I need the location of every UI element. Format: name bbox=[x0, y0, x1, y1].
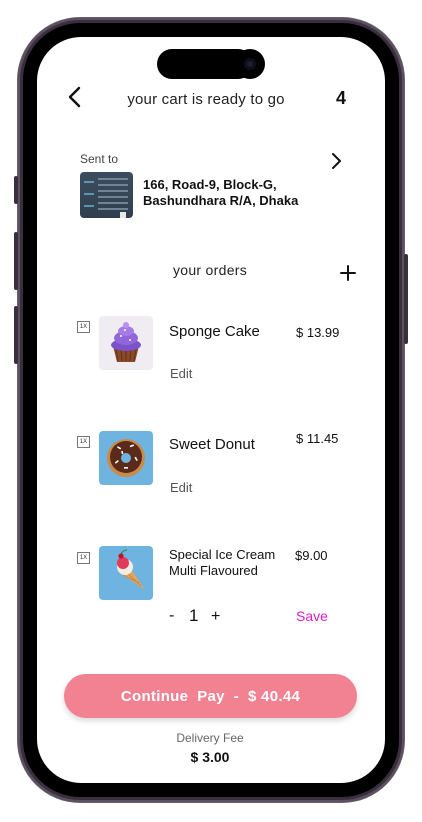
pay-button-label: Continue Pay - $ 40.44 bbox=[120, 687, 301, 705]
side-button-silent bbox=[14, 176, 18, 204]
back-arrow-icon[interactable] bbox=[66, 86, 84, 108]
camera-icon bbox=[235, 49, 265, 79]
chevron-right-icon[interactable] bbox=[328, 152, 344, 170]
plus-icon[interactable] bbox=[339, 264, 357, 282]
side-button-power bbox=[404, 254, 408, 344]
item-name: Sweet Donut bbox=[169, 436, 255, 453]
cupcake-icon bbox=[99, 316, 153, 370]
donut-icon bbox=[99, 431, 153, 485]
address-line-1: 166, Road-9, Block-G, bbox=[143, 177, 277, 192]
item-qty-badge: 1X bbox=[77, 436, 90, 448]
item-price: $ 11.45 bbox=[296, 431, 339, 446]
item-qty-badge: 1X bbox=[77, 321, 90, 333]
continue-pay-button[interactable]: Continue Pay - $ 40.44 bbox=[64, 674, 357, 718]
side-button-volume-up bbox=[14, 232, 18, 290]
address-map-thumbnail[interactable] bbox=[80, 172, 133, 218]
sent-to-label: Sent to bbox=[80, 152, 119, 166]
item-price: $9.00 bbox=[295, 548, 328, 563]
side-button-volume-down bbox=[14, 306, 18, 364]
increment-button[interactable]: + bbox=[211, 608, 220, 626]
address-line-2: Bashundhara R/A, Dhaka bbox=[143, 193, 299, 208]
item-name: Special Ice Cream Multi Flavoured bbox=[169, 547, 289, 579]
decrement-button[interactable]: - bbox=[169, 607, 174, 625]
orders-heading: your orders bbox=[172, 262, 248, 278]
item-price: $ 13.99 bbox=[296, 325, 340, 340]
delivery-fee-label: Delivery Fee bbox=[176, 731, 244, 745]
page-title: your cart is ready to go bbox=[127, 91, 285, 108]
ice-cream-icon bbox=[99, 546, 153, 600]
save-button[interactable]: Save bbox=[296, 608, 328, 624]
item-name-line-1: Special Ice Cream bbox=[169, 547, 276, 562]
item-name-line-2: Multi Flavoured bbox=[169, 563, 258, 578]
edit-item-button[interactable]: Edit bbox=[170, 480, 192, 495]
edit-item-button[interactable]: Edit bbox=[170, 366, 192, 381]
item-qty-badge: 1X bbox=[77, 552, 90, 564]
cart-count: 4 bbox=[336, 88, 347, 108]
delivery-address: 166, Road-9, Block-G, Bashundhara R/A, D… bbox=[143, 177, 333, 209]
item-name: Sponge Cake bbox=[169, 323, 260, 340]
delivery-fee-value: $ 3.00 bbox=[190, 749, 230, 765]
quantity-value: 1 bbox=[189, 606, 199, 625]
phone-screen bbox=[37, 37, 385, 783]
